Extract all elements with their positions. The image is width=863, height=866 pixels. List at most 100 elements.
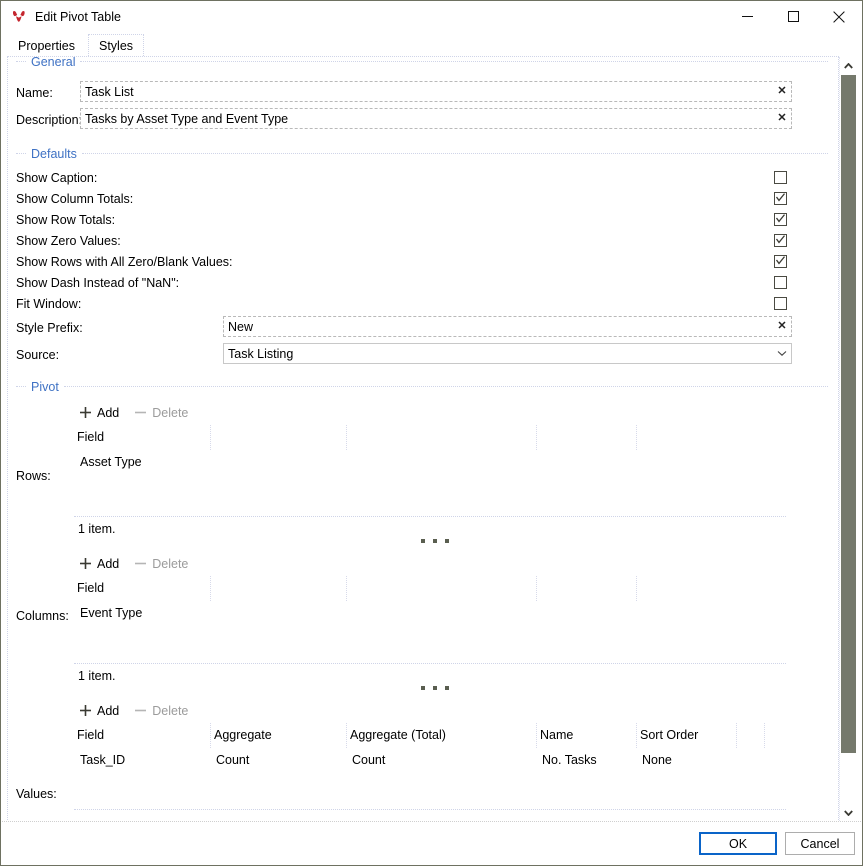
rows-column-header-field[interactable]: Field bbox=[74, 425, 210, 450]
columns-column-header-field[interactable]: Field bbox=[74, 576, 210, 601]
group-label-pivot: Pivot bbox=[31, 380, 59, 394]
values-label: Values: bbox=[16, 787, 57, 801]
columns-grid: Field Event Type bbox=[74, 576, 786, 626]
group-header-general: General bbox=[16, 57, 828, 69]
table-row[interactable]: Asset Type bbox=[74, 450, 786, 475]
rows-grid-header: Field bbox=[74, 425, 786, 450]
show-row-totals-checkbox[interactable] bbox=[774, 213, 787, 226]
cancel-button[interactable]: Cancel bbox=[785, 832, 855, 855]
scroll-up-button[interactable] bbox=[840, 57, 857, 74]
tab-styles-label: Styles bbox=[98, 38, 134, 53]
columns-add-label: Add bbox=[97, 556, 120, 571]
values-column-header-aggregate-total[interactable]: Aggregate (Total) bbox=[346, 723, 536, 748]
rows-add-button[interactable]: Add bbox=[78, 405, 119, 420]
show-zero-values-label: Show Zero Values: bbox=[16, 234, 121, 248]
fit-window-label: Fit Window: bbox=[16, 297, 82, 311]
values-cell-name: No. Tasks bbox=[542, 753, 597, 767]
columns-grid-separator bbox=[74, 663, 786, 664]
show-caption-label: Show Caption: bbox=[16, 171, 98, 185]
values-add-label: Add bbox=[97, 703, 120, 718]
values-delete-label: Delete bbox=[152, 703, 189, 718]
tab-properties-label: Properties bbox=[18, 38, 75, 53]
values-column-header-name[interactable]: Name bbox=[536, 723, 636, 748]
maximize-button[interactable] bbox=[770, 1, 816, 32]
values-column-header-sort-order[interactable]: Sort Order bbox=[636, 723, 736, 748]
rows-item-count: 1 item. bbox=[78, 522, 116, 536]
close-button[interactable] bbox=[816, 1, 862, 32]
table-row[interactable]: Task_ID Count Count No. Tasks None bbox=[74, 748, 786, 773]
columns-cell-field: Event Type bbox=[80, 606, 143, 620]
name-label: Name: bbox=[16, 86, 53, 100]
columns-toolbar: Add Delete bbox=[78, 556, 202, 571]
scrollbar-thumb[interactable] bbox=[841, 75, 856, 753]
values-add-button[interactable]: Add bbox=[78, 703, 119, 718]
rows-toolbar: Add Delete bbox=[78, 405, 202, 420]
values-grid: Field Aggregate Aggregate (Total) Name S… bbox=[74, 723, 786, 773]
rows-splitter-handle[interactable] bbox=[421, 539, 449, 543]
scroll-down-button[interactable] bbox=[840, 804, 857, 821]
group-label-defaults: Defaults bbox=[31, 147, 77, 161]
source-dropdown[interactable]: Task Listing bbox=[223, 343, 792, 364]
show-caption-checkbox[interactable] bbox=[774, 171, 787, 184]
rows-add-label: Add bbox=[97, 405, 120, 420]
ok-button[interactable]: OK bbox=[699, 832, 777, 855]
plus-icon bbox=[78, 405, 93, 420]
columns-delete-label: Delete bbox=[152, 556, 189, 571]
style-prefix-value: New bbox=[228, 319, 254, 334]
pivot-table-icon bbox=[10, 8, 28, 26]
vertical-scrollbar[interactable] bbox=[839, 57, 856, 821]
group-header-defaults: Defaults bbox=[16, 147, 828, 161]
rows-delete-label: Delete bbox=[152, 405, 189, 420]
plus-icon bbox=[78, 556, 93, 571]
edit-pivot-table-window: Edit Pivot Table Properties Styles Gener… bbox=[0, 0, 863, 866]
title-bar: Edit Pivot Table bbox=[1, 1, 862, 32]
chevron-down-icon[interactable] bbox=[773, 350, 791, 357]
values-toolbar: Add Delete bbox=[78, 703, 202, 718]
show-column-totals-checkbox[interactable] bbox=[774, 192, 787, 205]
columns-add-button[interactable]: Add bbox=[78, 556, 119, 571]
values-grid-separator bbox=[74, 809, 786, 810]
properties-panel: General Name: Task List ✕ Description: T… bbox=[7, 56, 839, 822]
show-column-totals-label: Show Column Totals: bbox=[16, 192, 134, 206]
cancel-button-label: Cancel bbox=[800, 836, 840, 851]
columns-delete-button[interactable]: Delete bbox=[133, 556, 188, 571]
values-cell-sort-order: None bbox=[642, 753, 672, 767]
values-delete-button[interactable]: Delete bbox=[133, 703, 188, 718]
show-dash-instead-nan-checkbox[interactable] bbox=[774, 276, 787, 289]
columns-item-count: 1 item. bbox=[78, 669, 116, 683]
rows-grid: Field Asset Type bbox=[74, 425, 786, 475]
style-prefix-label: Style Prefix: bbox=[16, 321, 83, 335]
clear-icon[interactable]: ✕ bbox=[773, 86, 791, 97]
show-zero-values-checkbox[interactable] bbox=[774, 234, 787, 247]
show-dash-instead-nan-label: Show Dash Instead of "NaN": bbox=[16, 276, 180, 290]
show-rows-all-zero-blank-checkbox[interactable] bbox=[774, 255, 787, 268]
minimize-button[interactable] bbox=[724, 1, 770, 32]
minus-icon bbox=[133, 556, 148, 571]
description-input[interactable]: Tasks by Asset Type and Event Type ✕ bbox=[80, 108, 792, 129]
values-cell-aggregate: Count bbox=[216, 753, 250, 767]
values-column-header-field[interactable]: Field bbox=[74, 723, 210, 748]
source-label: Source: bbox=[16, 348, 60, 362]
clear-icon[interactable]: ✕ bbox=[773, 113, 791, 124]
columns-splitter-handle[interactable] bbox=[421, 686, 449, 690]
tab-styles[interactable]: Styles bbox=[87, 34, 145, 56]
group-header-pivot: Pivot bbox=[16, 380, 828, 394]
show-rows-all-zero-blank-label: Show Rows with All Zero/Blank Values: bbox=[16, 255, 233, 269]
values-column-header-aggregate[interactable]: Aggregate bbox=[210, 723, 346, 748]
clear-icon[interactable]: ✕ bbox=[773, 321, 791, 332]
rows-grid-separator bbox=[74, 516, 786, 517]
fit-window-checkbox[interactable] bbox=[774, 297, 787, 310]
name-input[interactable]: Task List ✕ bbox=[80, 81, 792, 102]
minus-icon bbox=[133, 703, 148, 718]
tab-properties[interactable]: Properties bbox=[7, 34, 86, 56]
minus-icon bbox=[133, 405, 148, 420]
values-cell-field: Task_ID bbox=[80, 753, 126, 767]
description-input-value: Tasks by Asset Type and Event Type bbox=[85, 111, 289, 126]
table-row[interactable]: Event Type bbox=[74, 601, 786, 626]
description-label: Description: bbox=[16, 113, 82, 127]
rows-delete-button[interactable]: Delete bbox=[133, 405, 188, 420]
values-cell-aggregate-total: Count bbox=[352, 753, 386, 767]
values-grid-header: Field Aggregate Aggregate (Total) Name S… bbox=[74, 723, 786, 748]
tab-strip: Properties Styles bbox=[7, 34, 146, 56]
style-prefix-input[interactable]: New ✕ bbox=[223, 316, 792, 337]
